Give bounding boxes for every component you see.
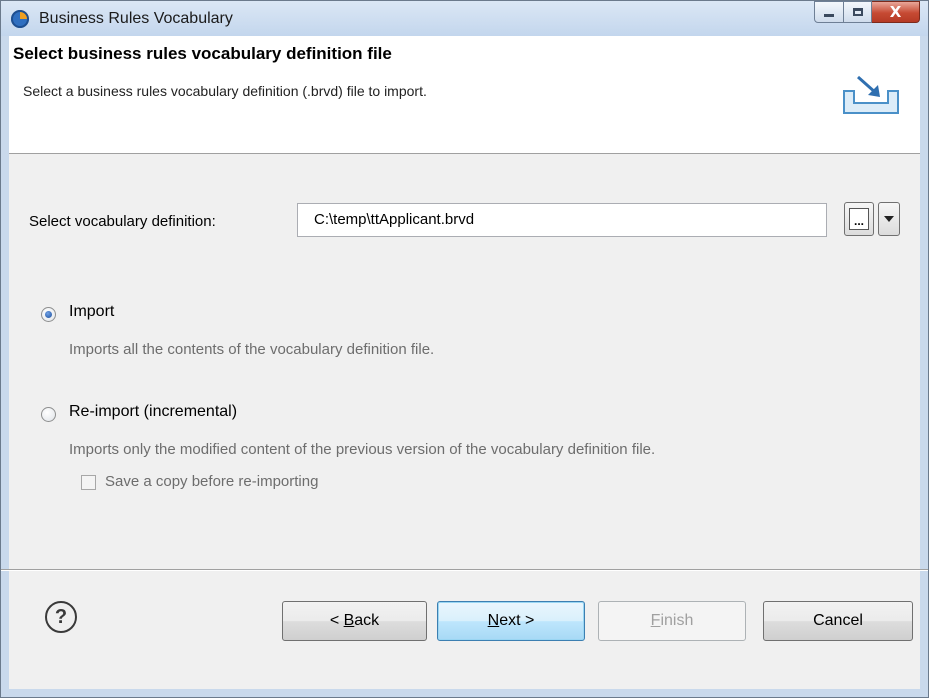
vocabulary-definition-label: Select vocabulary definition: — [29, 213, 216, 230]
next-button[interactable]: Next > — [437, 601, 585, 641]
save-copy-label[interactable]: Save a copy before re-importing — [105, 473, 318, 490]
close-icon: X — [889, 2, 902, 21]
back-prefix: < — [329, 612, 344, 629]
finish-rest: inish — [660, 612, 694, 629]
maximize-button[interactable] — [844, 1, 872, 23]
reimport-description: Imports only the modified content of the… — [69, 441, 656, 458]
title-bar[interactable]: Business Rules Vocabulary X — [1, 1, 928, 36]
back-button[interactable]: < Back — [282, 601, 427, 641]
reimport-label[interactable]: Re-import (incremental) — [69, 403, 237, 421]
back-mnemonic: B — [343, 612, 355, 629]
import-label[interactable]: Import — [69, 303, 114, 321]
finish-button[interactable]: Finish — [598, 601, 746, 641]
page-title: Select business rules vocabulary definit… — [13, 44, 392, 63]
help-icon[interactable]: ? — [45, 601, 77, 633]
back-rest: ack — [354, 612, 380, 629]
cancel-button[interactable]: Cancel — [763, 601, 913, 641]
vocabulary-path-input[interactable]: C:\temp\ttApplicant.brvd — [297, 203, 827, 237]
footer-divider — [1, 569, 928, 571]
page-description: Select a business rules vocabulary defin… — [23, 83, 427, 99]
maximize-icon — [852, 8, 863, 16]
dialog-client-area — [9, 36, 920, 689]
close-button[interactable]: X — [872, 1, 920, 23]
minimize-button[interactable] — [814, 1, 844, 23]
browse-label: ... — [849, 208, 869, 230]
reimport-radio[interactable] — [41, 407, 56, 422]
import-tray-icon — [843, 75, 899, 114]
save-copy-checkbox[interactable] — [81, 475, 96, 490]
dialog-window: Business Rules Vocabulary X Select busin… — [0, 0, 929, 698]
app-logo-icon — [11, 10, 29, 28]
window-controls: X — [814, 1, 920, 23]
window-title: Business Rules Vocabulary — [39, 10, 233, 27]
history-dropdown-button[interactable] — [878, 202, 900, 236]
import-radio[interactable] — [41, 307, 56, 322]
next-rest: ext > — [499, 612, 535, 629]
chevron-down-icon — [884, 216, 894, 222]
finish-mnemonic: F — [650, 612, 661, 629]
minimize-icon — [824, 14, 834, 17]
import-description: Imports all the contents of the vocabula… — [69, 341, 435, 358]
next-mnemonic: N — [487, 612, 500, 629]
browse-button[interactable]: ... — [844, 202, 874, 236]
